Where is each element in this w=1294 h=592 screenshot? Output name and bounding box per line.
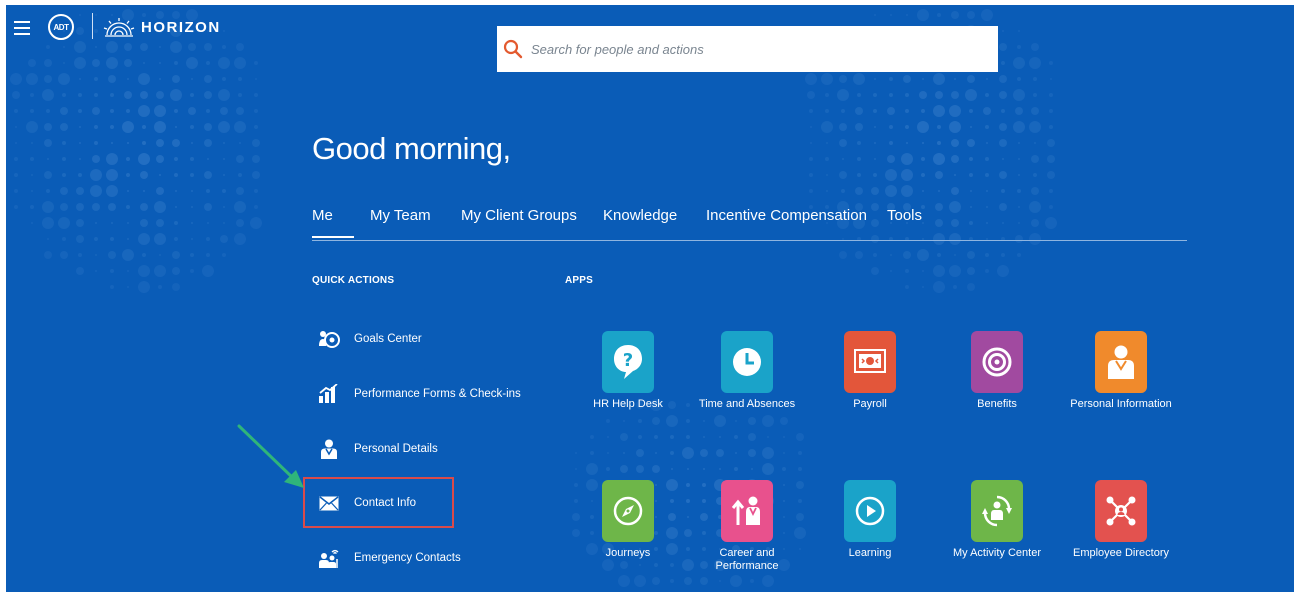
quick-action-emergency-contacts[interactable]: Emergency Contacts (318, 544, 461, 572)
tab-knowledge[interactable]: Knowledge (603, 207, 677, 224)
contact-info-highlight-box (303, 477, 454, 528)
app-label: Time and Absences (698, 398, 796, 410)
quick-action-personal-details[interactable]: Personal Details (318, 435, 438, 463)
app-employee-directory[interactable]: Employee Directory (1066, 480, 1176, 560)
app-career-and-performance[interactable]: Career and Performance (692, 480, 802, 573)
app-label: Learning (848, 547, 892, 559)
app-label: Career and Performance (715, 547, 779, 572)
help-icon: ? (602, 331, 654, 393)
active-tab-indicator (312, 236, 354, 238)
quick-action-label: Goals Center (354, 333, 422, 345)
compass-icon (602, 480, 654, 542)
adt-logo: ADT (48, 14, 74, 40)
app-hr-help-desk[interactable]: ? HR Help Desk (573, 331, 683, 411)
dot-pattern-left (6, 5, 276, 305)
performance-icon (318, 383, 340, 405)
tab-me[interactable]: Me (312, 207, 333, 224)
search-icon[interactable] (503, 39, 523, 59)
target-icon (971, 331, 1023, 393)
activity-icon (971, 480, 1023, 542)
network-icon (1095, 480, 1147, 542)
quick-action-goals-center[interactable]: Goals Center (318, 325, 422, 353)
brand-name: HORIZON (141, 18, 221, 36)
quick-action-performance-forms[interactable]: Performance Forms & Check-ins (318, 380, 521, 408)
app-label: Benefits (977, 398, 1017, 410)
apps-heading: APPS (565, 275, 594, 286)
app-payroll[interactable]: Payroll (815, 331, 925, 411)
home-page: ADT HORIZON Good morning, Me (6, 5, 1294, 592)
app-time-and-absences[interactable]: Time and Absences (692, 331, 802, 411)
app-label: Payroll (853, 398, 887, 410)
annotation-arrow-icon (237, 424, 304, 488)
app-label: Employee Directory (1073, 547, 1169, 559)
tab-incentive-compensation[interactable]: Incentive Compensation (706, 207, 867, 224)
person-icon (1095, 331, 1147, 393)
greeting-title: Good morning, (312, 131, 511, 166)
app-learning[interactable]: Learning (815, 480, 925, 560)
career-icon (721, 480, 773, 542)
clock-icon (721, 331, 773, 393)
horizon-logo[interactable]: HORIZON (103, 15, 221, 39)
app-label: Journeys (605, 547, 651, 559)
sunrise-icon (103, 18, 135, 37)
search-input[interactable] (529, 33, 993, 65)
tabs-divider (312, 240, 1187, 241)
app-label: My Activity Center (952, 547, 1042, 559)
tab-tools[interactable]: Tools (887, 207, 922, 224)
quick-action-label: Personal Details (354, 443, 438, 455)
app-label: HR Help Desk (593, 398, 663, 410)
svg-text:?: ? (623, 350, 633, 371)
hamburger-menu-icon[interactable] (14, 21, 30, 35)
app-journeys[interactable]: Journeys (573, 480, 683, 560)
app-label: Personal Information (1070, 398, 1172, 410)
tab-my-team[interactable]: My Team (370, 207, 431, 224)
quick-action-label: Performance Forms & Check-ins (354, 388, 521, 400)
person-icon (318, 438, 340, 460)
logo-divider (92, 13, 93, 39)
app-my-activity-center[interactable]: My Activity Center (942, 480, 1052, 560)
tab-my-client-groups[interactable]: My Client Groups (461, 207, 577, 224)
search-box[interactable] (497, 26, 998, 72)
money-icon (844, 331, 896, 393)
emergency-contacts-icon (318, 547, 340, 569)
goals-icon (318, 328, 340, 350)
app-benefits[interactable]: Benefits (942, 331, 1052, 411)
quick-actions-heading: QUICK ACTIONS (312, 275, 395, 286)
app-personal-information[interactable]: Personal Information (1066, 331, 1176, 411)
quick-action-label: Emergency Contacts (354, 552, 461, 564)
play-icon (844, 480, 896, 542)
